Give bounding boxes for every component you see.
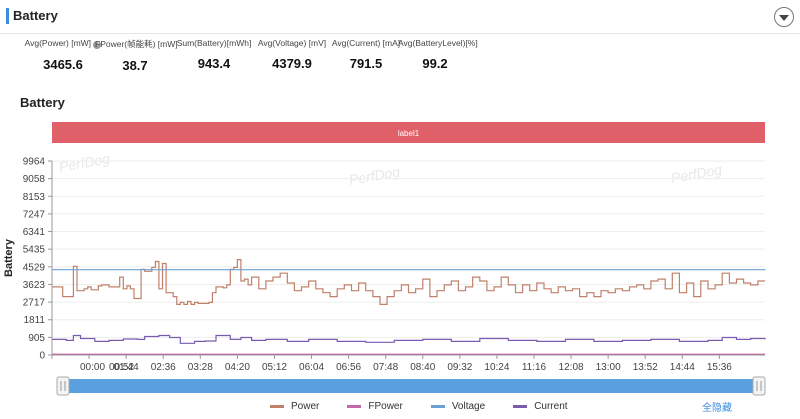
y-tick-label: 7247	[23, 209, 46, 220]
slider-handle[interactable]	[56, 376, 70, 396]
legend-label: Power	[291, 400, 320, 412]
legend-label: Voltage	[451, 400, 486, 412]
legend-item-fpower[interactable]: FPower	[347, 399, 403, 413]
time-range-slider[interactable]	[56, 376, 766, 396]
x-tick-label: 15:36	[707, 362, 732, 373]
legend: Power FPower Voltage Current	[270, 399, 596, 413]
x-tick-label: 13:00	[596, 362, 621, 373]
x-tick-label: 05:12	[262, 362, 287, 373]
y-axis-label: Battery	[3, 238, 15, 277]
x-tick-label: 08:40	[410, 362, 435, 373]
y-tick-label: 905	[28, 333, 45, 344]
x-tick-label: 09:32	[447, 362, 472, 373]
hide-all-button[interactable]: 全隐藏	[702, 399, 732, 414]
x-tick-label: 07:48	[373, 362, 398, 373]
y-tick-label: 9964	[23, 157, 46, 168]
watermark-text: PerfDog	[348, 163, 402, 188]
x-tick-label: 12:08	[559, 362, 584, 373]
legend-item-power[interactable]: Power	[270, 399, 319, 413]
watermark-text: PerfDog	[58, 150, 112, 175]
x-tick-label: 11:16	[522, 362, 547, 373]
label-band-text: label1	[398, 129, 420, 138]
y-tick-label: 0	[39, 351, 45, 362]
legend-swatch	[430, 404, 445, 408]
x-tick-label: 03:28	[188, 362, 213, 373]
slider-handle[interactable]	[752, 376, 766, 396]
x-tick-label: 06:04	[299, 362, 324, 373]
legend-item-current[interactable]: Current	[513, 399, 568, 413]
x-tick-label: 06:56	[336, 362, 361, 373]
watermark-text: PerfDog	[670, 161, 724, 186]
x-tick-label: 10:24	[484, 362, 509, 373]
y-tick-label: 9058	[23, 174, 46, 185]
battery-chart: PerfDog PerfDog PerfDog label1 9964 9058 815…	[3, 122, 766, 396]
legend-swatch	[347, 404, 362, 408]
x-tick-label: 01:44	[114, 362, 139, 373]
legend-item-voltage[interactable]: Voltage	[430, 399, 486, 413]
x-tick-label: 13:52	[633, 362, 658, 373]
y-tick-label: 1811	[23, 315, 45, 326]
legend-label: FPower	[368, 400, 403, 412]
y-tick-label: 2717	[23, 298, 46, 309]
legend-swatch	[513, 404, 528, 408]
legend-label: Current	[534, 400, 568, 412]
x-tick-label: 00:00	[80, 362, 105, 373]
y-tick-label: 5435	[23, 245, 46, 256]
slider-track[interactable]	[64, 379, 753, 393]
x-tick-label: 04:20	[225, 362, 250, 373]
y-tick-label: 8153	[23, 192, 46, 203]
y-tick-label: 3623	[23, 280, 46, 291]
x-tick-label: 02:36	[151, 362, 176, 373]
y-tick-label: 4529	[23, 262, 46, 273]
y-tick-label: 6341	[23, 227, 46, 238]
x-tick-label: 14:44	[670, 362, 695, 373]
series-line-current	[52, 334, 766, 344]
legend-swatch	[270, 404, 284, 408]
